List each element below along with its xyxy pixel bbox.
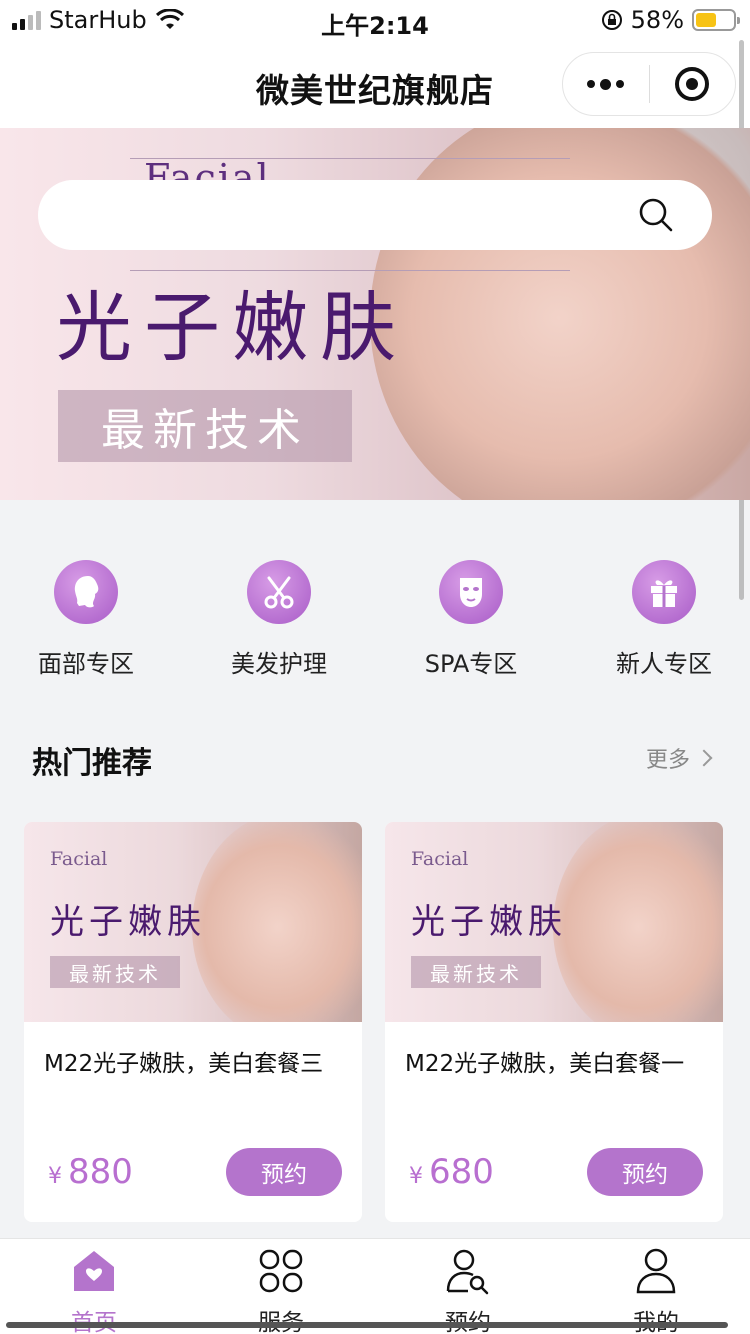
home-indicator xyxy=(6,1322,728,1328)
product-model-shape xyxy=(192,822,362,1022)
miniprogram-capsule xyxy=(562,52,736,116)
navigation-bar: 微美世纪旗舰店 xyxy=(0,40,750,128)
category-hair[interactable]: 美发护理 xyxy=(204,560,354,679)
category-row: 面部专区 美发护理 SPA专区 新人专区 xyxy=(0,560,750,680)
product-image-tag: 最新技术 xyxy=(411,956,541,988)
tab-label: 首页 xyxy=(34,1303,154,1334)
more-label: 更多 xyxy=(645,748,690,773)
tab-label: 预约 xyxy=(408,1303,528,1334)
face-mask-icon xyxy=(439,560,503,624)
category-newcomer[interactable]: 新人专区 xyxy=(589,560,739,679)
search-icon[interactable] xyxy=(638,197,674,233)
category-label: SPA专区 xyxy=(424,650,518,678)
book-button[interactable]: 预约 xyxy=(226,1148,342,1196)
product-image-headline: 光子嫩肤 xyxy=(411,902,567,942)
gift-icon xyxy=(632,560,696,624)
product-image-script: Facial xyxy=(411,848,469,870)
battery-percent: 58% xyxy=(630,6,684,34)
status-bar: StarHub 上午2:14 58% xyxy=(0,0,750,40)
tab-mine[interactable]: 我的 xyxy=(596,1247,716,1334)
more-menu-button[interactable] xyxy=(563,78,649,90)
banner-tag: 最新技术 xyxy=(58,390,352,462)
battery-icon xyxy=(692,9,740,31)
orientation-lock-icon xyxy=(601,10,622,30)
product-name: M22光子嫩肤，美白套餐三 xyxy=(44,1051,324,1077)
product-price: ¥ 680 xyxy=(409,1152,494,1192)
tab-home[interactable]: 首页 xyxy=(34,1247,154,1334)
product-image-script: Facial xyxy=(50,848,108,870)
product-name: M22光子嫩肤，美白套餐一 xyxy=(405,1051,685,1077)
category-label: 新人专区 xyxy=(616,650,712,678)
face-profile-icon xyxy=(54,560,118,624)
category-spa[interactable]: SPA专区 xyxy=(396,560,546,679)
chevron-right-icon xyxy=(695,749,713,767)
tab-service[interactable]: 服务 xyxy=(221,1247,341,1334)
product-card[interactable]: Facial 光子嫩肤 最新技术 M22光子嫩肤，美白套餐一 ¥ 680 预约 xyxy=(385,822,723,1222)
more-link[interactable]: 更多 xyxy=(645,742,713,774)
category-label: 美发护理 xyxy=(231,650,327,678)
product-model-shape xyxy=(553,822,723,1022)
product-price: ¥ 880 xyxy=(48,1152,133,1192)
banner-headline: 光子嫩肤 xyxy=(56,283,408,372)
product-image-tag: 最新技术 xyxy=(50,956,180,988)
section-title: 热门推荐 xyxy=(32,746,152,781)
tab-booking[interactable]: 预约 xyxy=(408,1247,528,1334)
price-value: 880 xyxy=(68,1152,133,1192)
close-miniprogram-button[interactable] xyxy=(650,67,736,101)
currency-symbol: ¥ xyxy=(409,1164,423,1189)
home-icon xyxy=(74,1251,114,1291)
book-button[interactable]: 预约 xyxy=(587,1148,703,1196)
product-card[interactable]: Facial 光子嫩肤 最新技术 M22光子嫩肤，美白套餐三 ¥ 880 预约 xyxy=(24,822,362,1222)
tab-bar: 首页 服务 预约 我的 xyxy=(0,1238,750,1334)
category-label: 面部专区 xyxy=(38,650,134,678)
currency-symbol: ¥ xyxy=(48,1164,62,1189)
scissors-icon xyxy=(247,560,311,624)
search-bar[interactable] xyxy=(38,180,712,250)
grid-icon xyxy=(259,1249,303,1293)
product-image: Facial 光子嫩肤 最新技术 xyxy=(385,822,723,1022)
product-image-headline: 光子嫩肤 xyxy=(50,902,206,942)
product-image: Facial 光子嫩肤 最新技术 xyxy=(24,822,362,1022)
tab-label: 我的 xyxy=(596,1303,716,1334)
target-icon xyxy=(675,67,710,101)
tab-label: 服务 xyxy=(221,1303,341,1334)
person-icon xyxy=(636,1248,676,1294)
battery-fill xyxy=(696,13,716,27)
status-right: 58% xyxy=(601,6,740,34)
price-value: 680 xyxy=(429,1152,494,1192)
category-face[interactable]: 面部专区 xyxy=(11,560,161,679)
user-search-icon xyxy=(446,1249,489,1295)
